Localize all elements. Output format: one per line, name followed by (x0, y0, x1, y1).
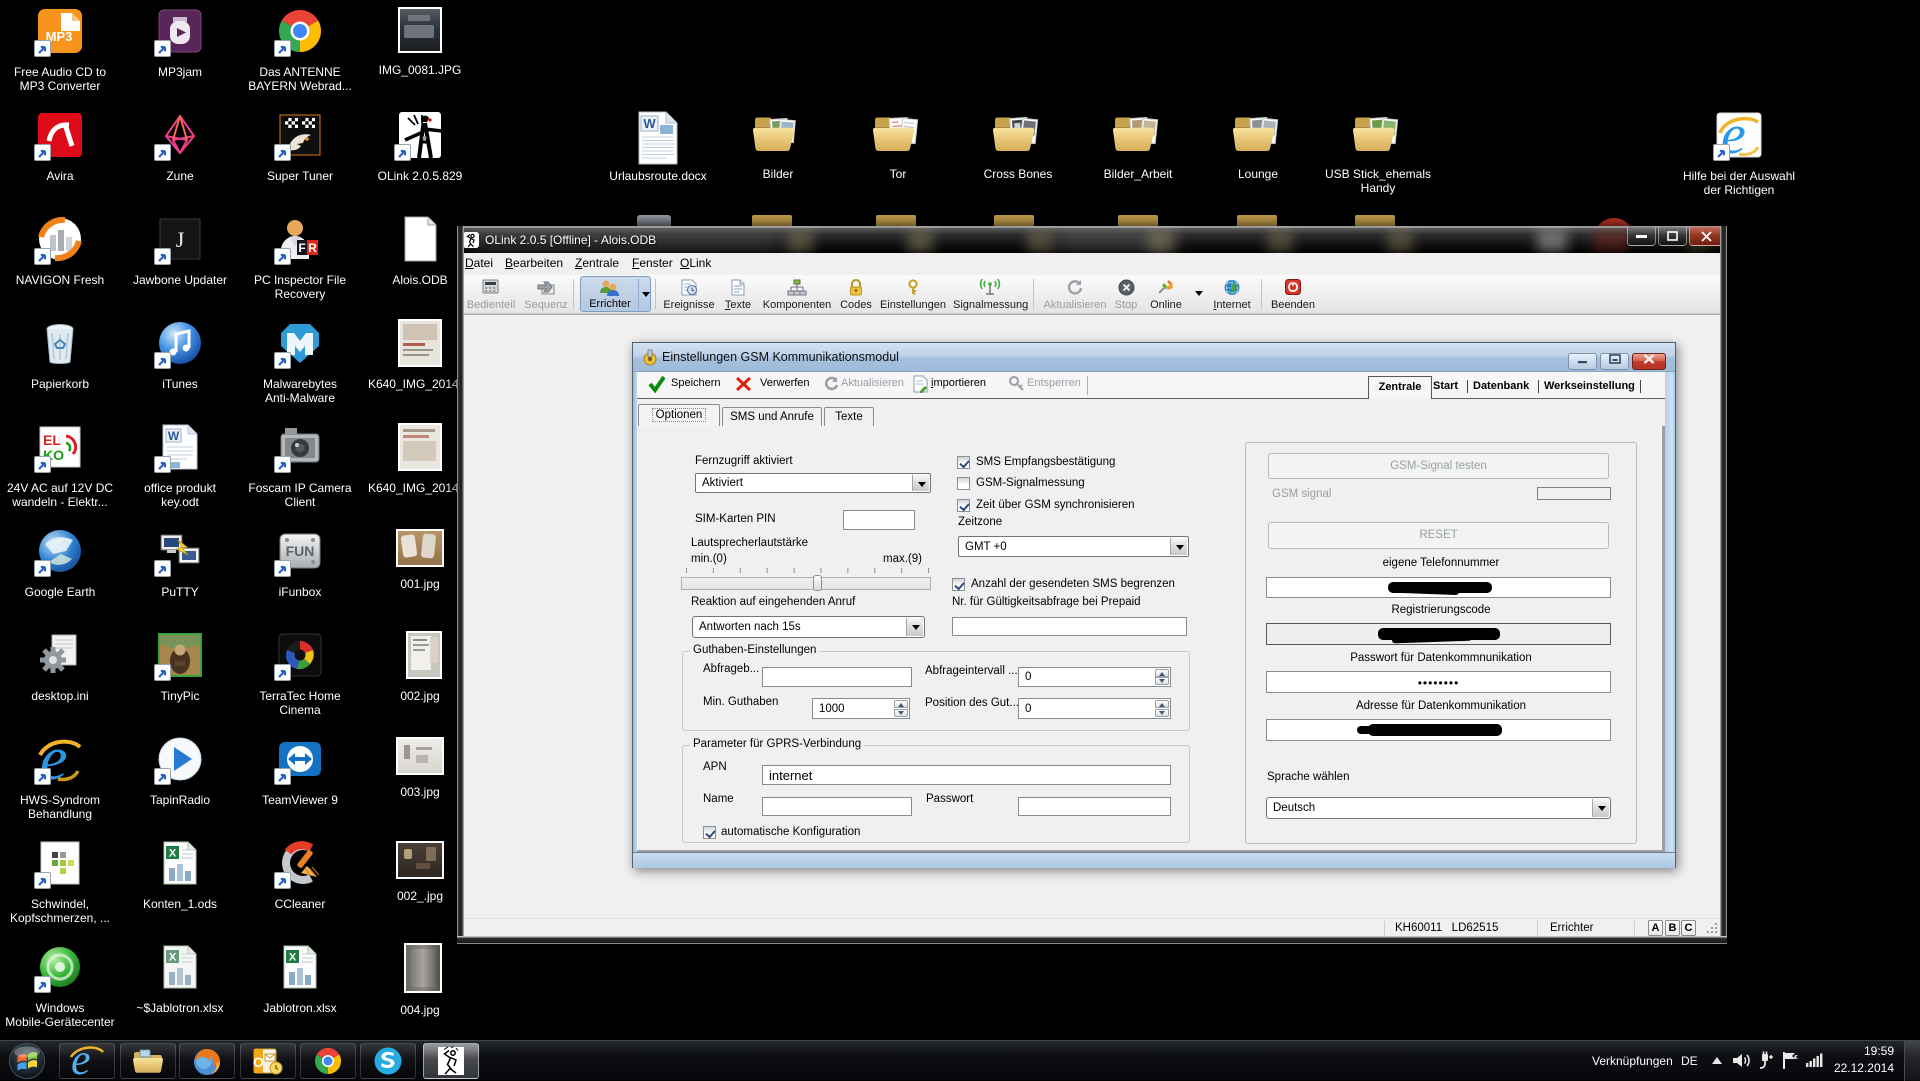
svg-text:F: F (298, 241, 305, 255)
svg-text:W: W (168, 429, 180, 443)
svg-text:W: W (643, 116, 656, 131)
svg-text:J: J (176, 227, 185, 252)
svg-text:FUN: FUN (286, 543, 315, 559)
svg-text:X: X (289, 952, 297, 964)
svg-text:R: R (308, 241, 317, 255)
svg-text:O: O (253, 1054, 264, 1070)
svg-text:EL: EL (43, 432, 61, 448)
svg-text:X: X (169, 848, 177, 860)
svg-text:X: X (169, 952, 177, 964)
